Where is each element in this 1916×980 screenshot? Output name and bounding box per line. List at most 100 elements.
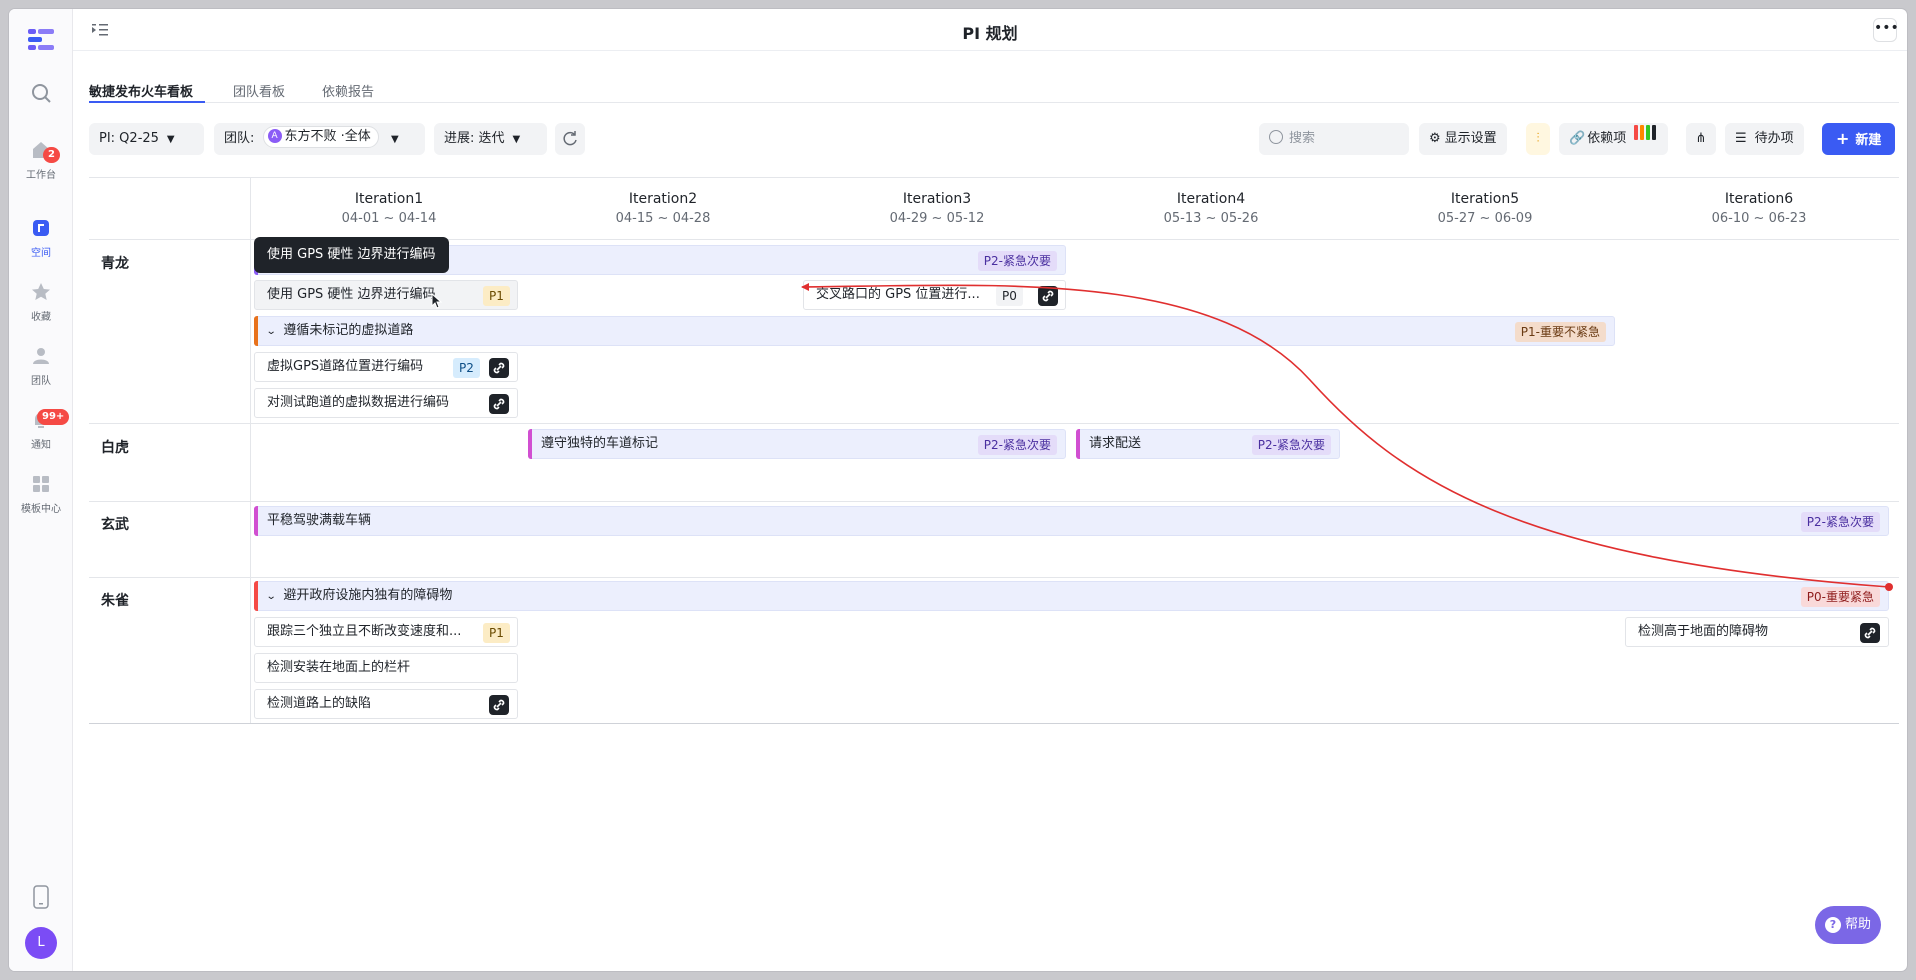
iteration-header: Iteration5 05-27 ~ 06-09	[1348, 191, 1622, 226]
rail-item-label: 空间	[31, 248, 51, 259]
hierarchy-icon: ⋔	[1695, 131, 1707, 146]
link-icon[interactable]	[1860, 623, 1880, 643]
priority-tag: P0-重要紧急	[1800, 587, 1880, 607]
epic-bar[interactable]: 平稳驾驶满载车辆 P2-紧急次要	[254, 506, 1889, 536]
story-card[interactable]: 虚拟GPS道路位置进行编码 P2	[254, 352, 518, 382]
iteration-name: Iteration2	[628, 191, 698, 207]
link-icon[interactable]	[1038, 286, 1058, 306]
new-item-label: 新建	[1855, 133, 1882, 148]
workbench-badge: 2	[43, 147, 60, 163]
card-title: 检测道路上的缺陷	[267, 696, 372, 711]
divider	[89, 501, 1899, 502]
sliders-icon: ⚙	[1429, 131, 1441, 146]
template-grid-icon	[33, 476, 49, 492]
link-icon[interactable]	[489, 394, 509, 414]
mouse-cursor-icon	[431, 293, 443, 309]
divider	[89, 177, 1899, 178]
link-icon[interactable]	[489, 695, 509, 715]
dependency-legend	[1634, 121, 1658, 153]
priority-tag: P2-紧急次要	[1251, 435, 1331, 455]
iteration-dates: 04-01 ~ 04-14	[341, 211, 437, 226]
rail-item-workbench[interactable]: 工作台 2	[9, 139, 73, 181]
search-input[interactable]: 搜索	[1259, 123, 1409, 155]
epic-bar[interactable]: 请求配送 P2-紧急次要	[1076, 429, 1340, 459]
rail-item-label: 团队	[31, 376, 51, 387]
story-card[interactable]: 跟踪三个独立且不断改变速度和... P1	[254, 617, 518, 647]
team-select[interactable]: 团队: A 东方不败 ·全体 ▼	[214, 123, 425, 155]
display-settings-button[interactable]: ⚙ 显示设置	[1419, 123, 1507, 155]
lane-divider	[250, 177, 251, 723]
epic-title: 平稳驾驶满载车辆	[267, 513, 372, 528]
chevron-down-icon[interactable]: ⌄	[266, 318, 277, 346]
priority-tag: P2-紧急次要	[1800, 512, 1880, 532]
view-tabs: 敏捷发布火车看板 团队看板 依赖报告	[89, 71, 1899, 103]
help-button[interactable]: ? 帮助	[1815, 906, 1881, 944]
user-avatar[interactable]: L	[25, 927, 57, 959]
lane-name: 青龙	[101, 256, 129, 272]
rail-item-team[interactable]: 团队	[9, 345, 73, 387]
refresh-button[interactable]	[555, 123, 585, 155]
iteration-header: Iteration1 04-01 ~ 04-14	[252, 191, 526, 226]
iteration-dates: 05-27 ~ 06-09	[1437, 211, 1533, 226]
tab-team-board[interactable]: 团队看板	[233, 81, 285, 100]
dep-color-green	[1646, 125, 1651, 140]
space-icon	[33, 220, 49, 236]
rail-item-favorites[interactable]: 收藏	[9, 281, 73, 323]
iteration-name: Iteration6	[1724, 191, 1794, 207]
iteration-name: Iteration5	[1450, 191, 1520, 207]
priority-tag: P1-重要不紧急	[1514, 322, 1606, 342]
epic-bar[interactable]: 遵守独特的车道标记 P2-紧急次要	[528, 429, 1066, 459]
story-card[interactable]: 交叉路口的 GPS 位置进行... P0	[803, 280, 1066, 310]
dependencies-button[interactable]: 🔗 依赖项	[1559, 121, 1669, 155]
link-icon[interactable]	[489, 358, 509, 378]
rail-item-templates[interactable]: 模板中心	[9, 473, 73, 515]
story-card[interactable]: 检测道路上的缺陷	[254, 689, 518, 719]
priority-tag: P0	[996, 286, 1023, 306]
dep-color-red	[1634, 125, 1639, 140]
epic-bar[interactable]: ⌄ 遵循未标记的虚拟道路 P1-重要不紧急	[254, 316, 1615, 346]
top-bar: PI 规划 •••	[73, 9, 1907, 51]
left-rail: 工作台 2 空间 收藏 团队 通知 99+ 模板中心 L	[9, 9, 73, 971]
team-icon	[33, 348, 49, 364]
dependencies-label: 依赖项	[1587, 131, 1627, 146]
app-logo-icon[interactable]	[26, 27, 56, 51]
progress-select[interactable]: 进展: 迭代 ▼	[434, 123, 547, 155]
backlog-button[interactable]: ☰ 待办项	[1725, 123, 1804, 155]
refresh-icon	[563, 131, 577, 146]
hierarchy-button[interactable]: ⋔	[1686, 123, 1716, 155]
pi-select[interactable]: PI: Q2-25 ▼	[89, 123, 204, 155]
rail-item-notifications[interactable]: 通知 99+	[9, 409, 73, 451]
active-tab-indicator	[89, 101, 205, 103]
iteration-header: Iteration3 04-29 ~ 05-12	[800, 191, 1074, 226]
iteration-header: Iteration6 06-10 ~ 06-23	[1622, 191, 1896, 226]
story-card[interactable]: 检测安装在地面上的栏杆	[254, 653, 518, 683]
tab-release-train[interactable]: 敏捷发布火车看板	[89, 81, 193, 100]
epic-title: 避开政府设施内独有的障碍物	[283, 588, 453, 603]
card-tooltip: 使用 GPS 硬性 边界进行编码	[254, 237, 449, 273]
card-title: 虚拟GPS道路位置进行编码	[267, 359, 424, 374]
display-settings-label: 显示设置	[1444, 131, 1497, 146]
story-card[interactable]: 检测高于地面的障碍物	[1625, 617, 1889, 647]
epic-title: 遵循未标记的虚拟道路	[283, 323, 414, 338]
search-icon[interactable]	[29, 81, 53, 105]
tab-dependency-report[interactable]: 依赖报告	[322, 81, 374, 100]
new-item-button[interactable]: + 新建	[1822, 123, 1896, 155]
card-title: 对测试跑道的虚拟数据进行编码	[267, 395, 450, 410]
epic-bar[interactable]: ⌄ 避开政府设施内独有的障碍物 P0-重要紧急	[254, 581, 1889, 611]
iteration-dates: 04-15 ~ 04-28	[615, 211, 711, 226]
marker-icon: ⫶	[1536, 131, 1540, 146]
pi-select-value: PI: Q2-25	[99, 131, 159, 146]
story-card[interactable]: 对测试跑道的虚拟数据进行编码	[254, 388, 518, 418]
chevron-down-icon: ▼	[512, 134, 521, 145]
mobile-icon[interactable]	[33, 885, 49, 909]
search-icon	[1269, 130, 1283, 144]
rail-item-space[interactable]: 空间	[9, 217, 73, 259]
chevron-down-icon[interactable]: ⌄	[266, 583, 277, 611]
timeline-marker-button[interactable]: ⫶	[1526, 123, 1550, 155]
lane-name: 朱雀	[101, 593, 129, 609]
epic-title: 请求配送	[1089, 436, 1142, 451]
story-card[interactable]: 使用 GPS 硬性 边界进行编码 P1	[254, 280, 518, 310]
rail-item-label: 模板中心	[21, 504, 61, 515]
more-options-button[interactable]: •••	[1873, 18, 1899, 42]
notification-badge: 99+	[37, 409, 70, 425]
